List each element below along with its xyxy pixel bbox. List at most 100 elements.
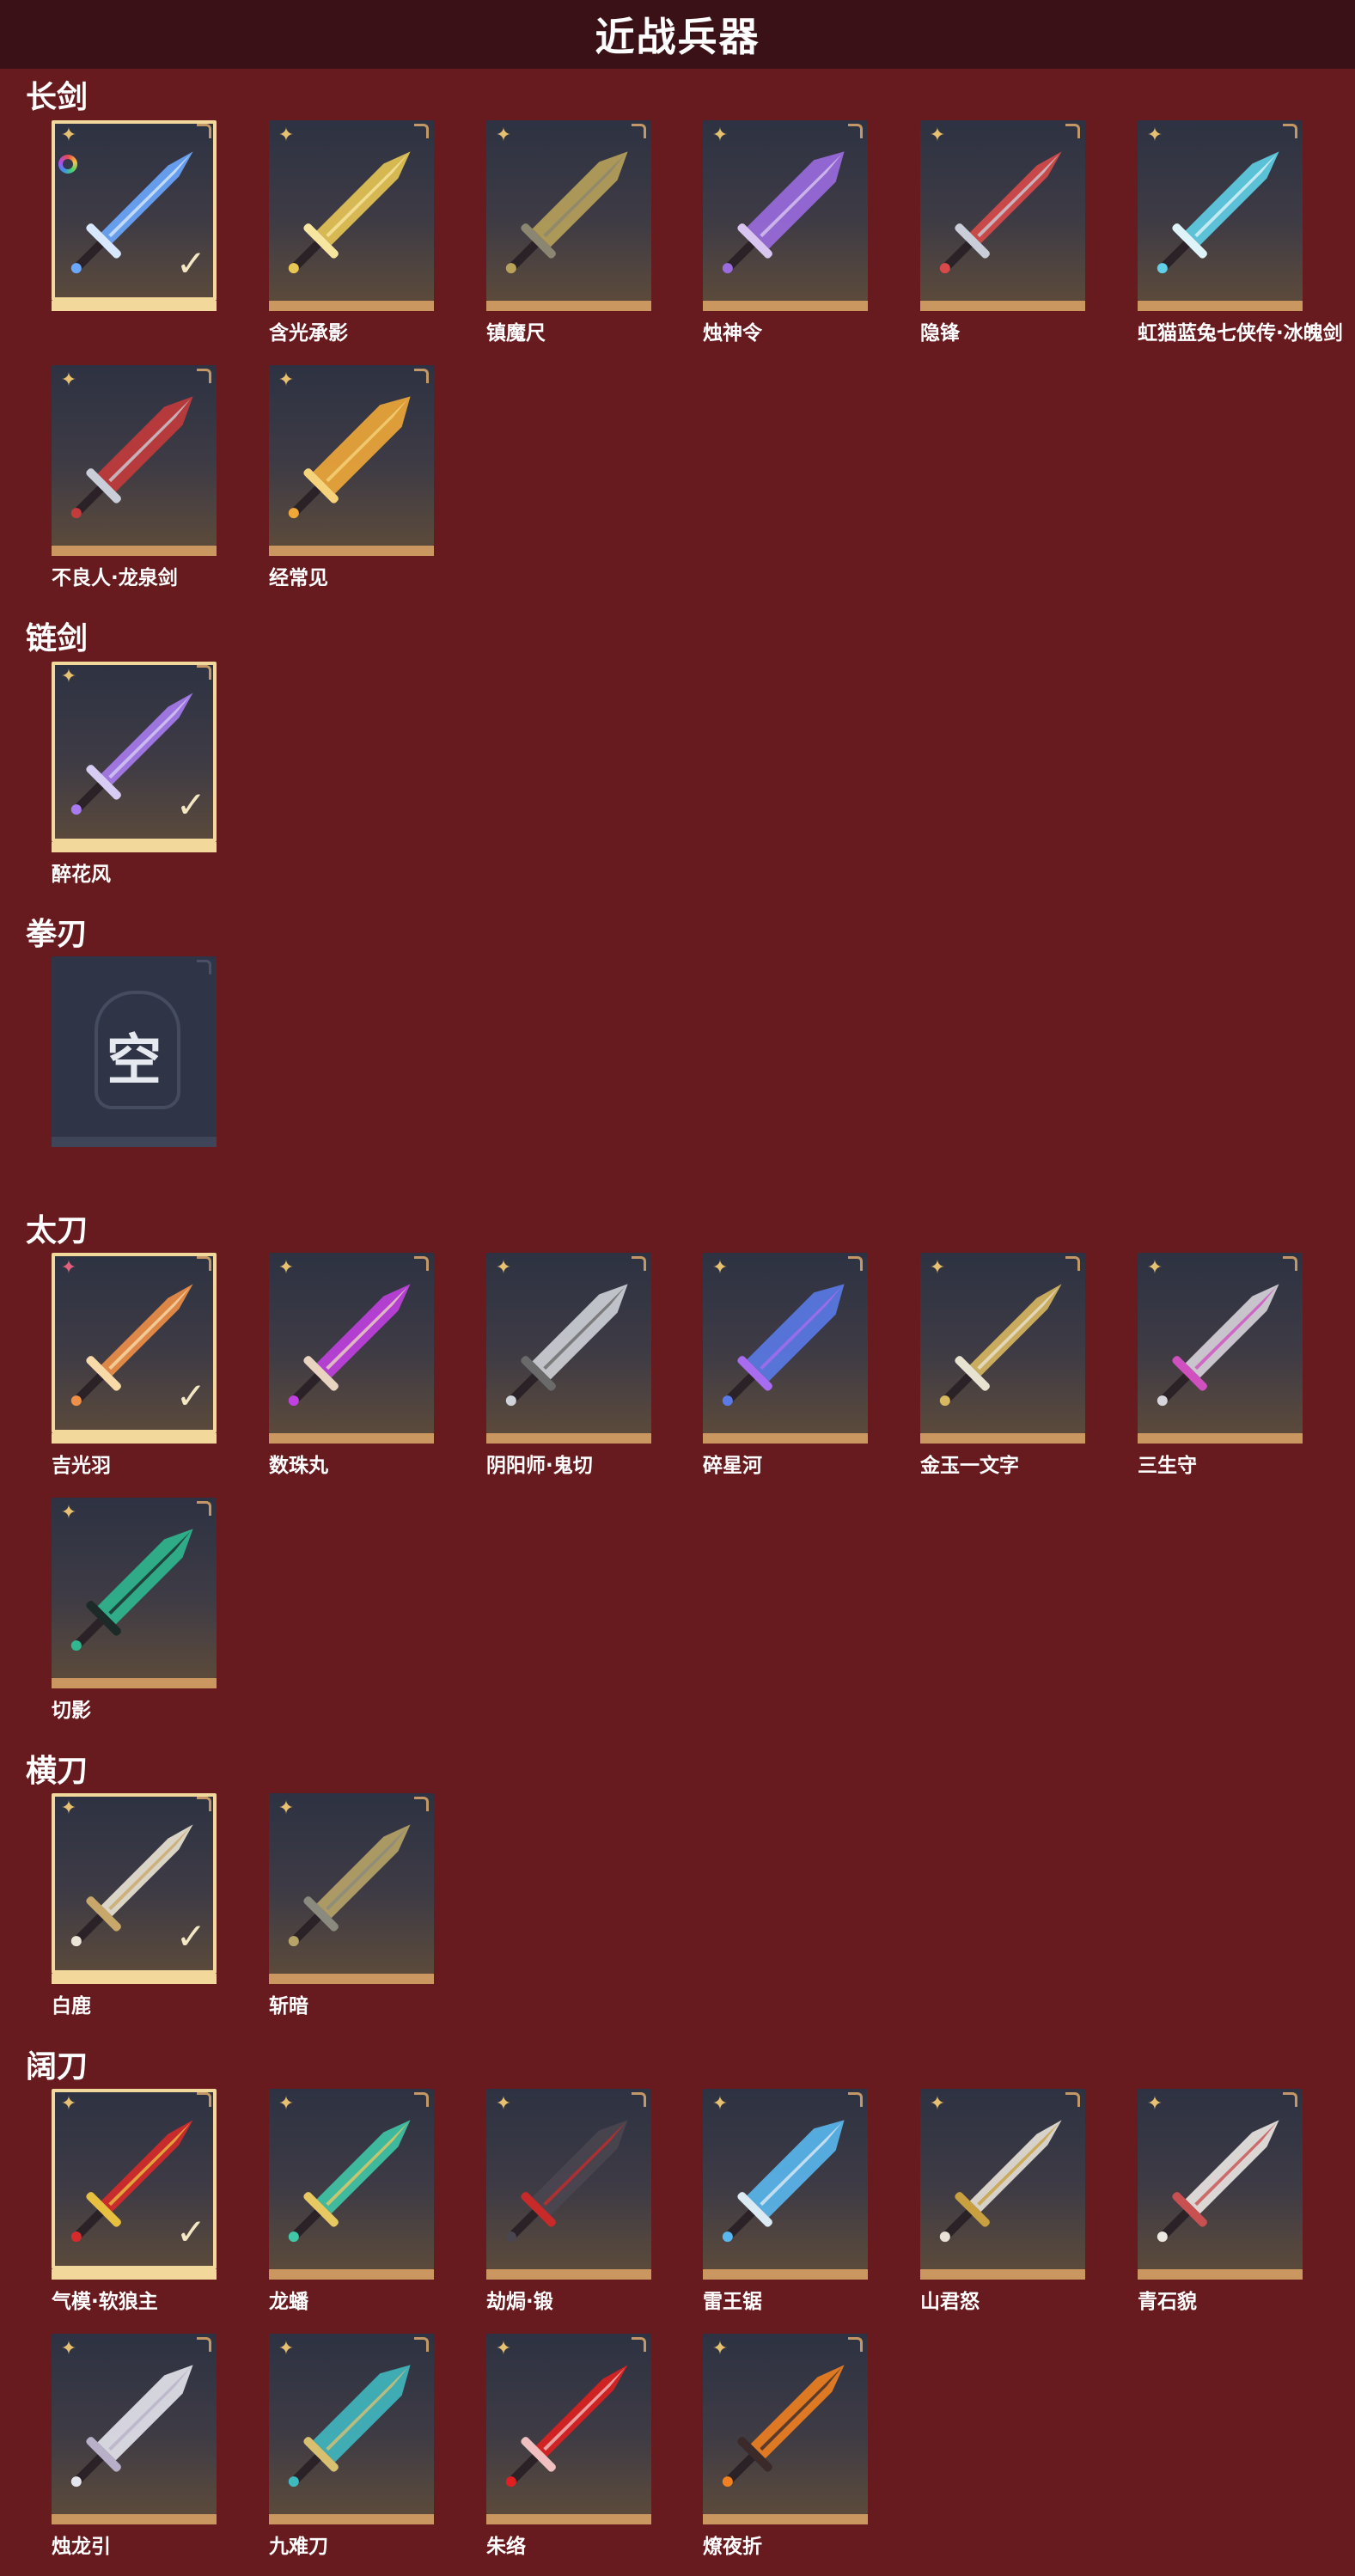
weapon-card[interactable]: ✦ ✓ [52,120,217,311]
weapon-name-label: 镇魔尺 [486,322,546,345]
weapon-card[interactable]: ✦ [703,120,868,311]
corner-bracket-icon [197,124,211,138]
empty-slot-frame: 空 [52,956,217,1137]
weapon-art [70,396,193,519]
corner-bracket-icon [197,1797,211,1811]
weapon-card-art: ✦ [52,365,217,546]
four-point-star-icon: ✦ [60,1257,77,1279]
corner-bracket-icon [197,1256,211,1271]
weapon-name-label: 雷王锯 [703,2291,762,2313]
weapon-card[interactable]: ✦ [269,1793,434,1984]
weapon-name-label: 数珠丸 [269,1455,328,1477]
weapon-card[interactable]: ✦ [1138,2089,1303,2280]
weapon-card[interactable]: ✦ ✓ [52,2089,217,2280]
rarity-bar [52,1678,217,1688]
weapon-art [288,2120,411,2243]
rarity-bar [52,301,217,311]
corner-bracket-icon [414,124,429,138]
section-title-hengdao: 横刀 [26,1754,89,1789]
corner-bracket-icon [848,1256,863,1271]
weapon-name-label: 不良人·龙泉剑 [52,567,178,589]
rarity-bar [703,2514,868,2524]
weapon-art [288,396,411,519]
weapon-name-label: 隐锋 [920,322,960,345]
corner-bracket-icon [1065,2092,1080,2107]
weapon-card[interactable]: ✦ [269,365,434,556]
weapon-name-label: 切影 [52,1700,91,1722]
weapon-card-art: ✦ [486,2089,651,2269]
corner-bracket-icon [848,124,863,138]
weapon-card-art: ✦ [486,120,651,301]
four-point-star-icon: ✦ [60,369,77,391]
weapon-card[interactable]: ✦ [269,2334,434,2524]
empty-weapon-slot[interactable]: 空 [52,956,217,1147]
weapon-art [1157,151,1279,274]
rarity-bar [703,301,868,311]
weapon-card-art: ✦ [269,120,434,301]
weapon-card[interactable]: ✦ [703,2089,868,2280]
weapon-card[interactable]: ✦ [1138,1253,1303,1444]
corner-bracket-icon [197,1501,211,1516]
four-point-star-icon: ✦ [60,125,77,146]
weapon-card-art: ✦ [703,1253,868,1433]
empty-slot-text: 空 [107,1029,162,1093]
four-point-star-icon: ✦ [929,125,946,146]
weapon-name-label: 吉光羽 [52,1455,111,1477]
four-point-star-icon: ✦ [711,1257,729,1279]
weapon-card[interactable]: ✦ [703,2334,868,2524]
weapon-card-art: ✦ ✓ [52,2089,217,2269]
weapon-art [288,1824,411,1947]
weapon-art [1157,1284,1279,1407]
weapon-name-label: 燎夜折 [703,2536,762,2558]
weapon-card-art: ✦ [269,2089,434,2269]
weapon-art [939,151,1062,274]
weapon-card[interactable]: ✦ [486,2334,651,2524]
corner-bracket-icon [414,1256,429,1271]
weapon-card[interactable]: ✦ [52,2334,217,2524]
weapon-name-label: 气模·软狼主 [52,2291,158,2313]
weapon-card[interactable]: ✦ [269,1253,434,1444]
four-point-star-icon: ✦ [1146,125,1163,146]
weapon-art [505,2120,628,2243]
section-title-longsword: 长剑 [26,80,89,115]
rarity-bar [52,2514,217,2524]
section-title-tachi: 太刀 [26,1213,89,1248]
weapon-card[interactable]: ✦ [486,2089,651,2280]
rarity-bar [269,2514,434,2524]
weapon-card[interactable]: ✦ ✓ [52,1253,217,1444]
weapon-card[interactable]: ✦ [269,120,434,311]
weapon-card-art: ✦ [1138,2089,1303,2269]
four-point-star-icon: ✦ [495,1257,512,1279]
weapon-card[interactable]: ✦ [703,1253,868,1444]
corner-bracket-icon [632,2337,646,2352]
weapon-card-art: ✦ [703,2089,868,2269]
weapon-card[interactable]: ✦ [486,1253,651,1444]
weapon-card[interactable]: ✦ [486,120,651,311]
rarity-bar [920,301,1085,311]
rarity-bar [486,2269,651,2280]
corner-bracket-icon [632,124,646,138]
weapon-card[interactable]: ✦ [920,2089,1085,2280]
weapon-card-art: ✦ ✓ [52,1253,217,1433]
weapon-card[interactable]: ✦ [52,1498,217,1688]
weapon-card-art: ✦ [920,120,1085,301]
four-point-star-icon: ✦ [60,2093,77,2115]
weapon-card[interactable]: ✦ [1138,120,1303,311]
weapon-card-art: ✦ [703,120,868,301]
weapon-art [1157,2120,1279,2243]
rarity-bar [920,1433,1085,1444]
weapon-card[interactable]: ✦ [269,2089,434,2280]
weapon-card[interactable]: ✦ [52,365,217,556]
four-point-star-icon: ✦ [711,2338,729,2359]
weapon-card[interactable]: ✦ [920,1253,1085,1444]
four-point-star-icon: ✦ [1146,1257,1163,1279]
weapon-card-art: ✦ [920,2089,1085,2269]
weapon-card[interactable]: ✦ ✓ [52,1793,217,1984]
weapon-card[interactable]: ✦ ✓ [52,662,217,852]
color-ring-icon [58,155,77,174]
weapon-name-label: 斩暗 [269,1995,308,2017]
weapon-card-art: ✦ [52,1498,217,1678]
rarity-bar [52,1433,217,1444]
weapon-card[interactable]: ✦ [920,120,1085,311]
four-point-star-icon: ✦ [711,2093,729,2115]
